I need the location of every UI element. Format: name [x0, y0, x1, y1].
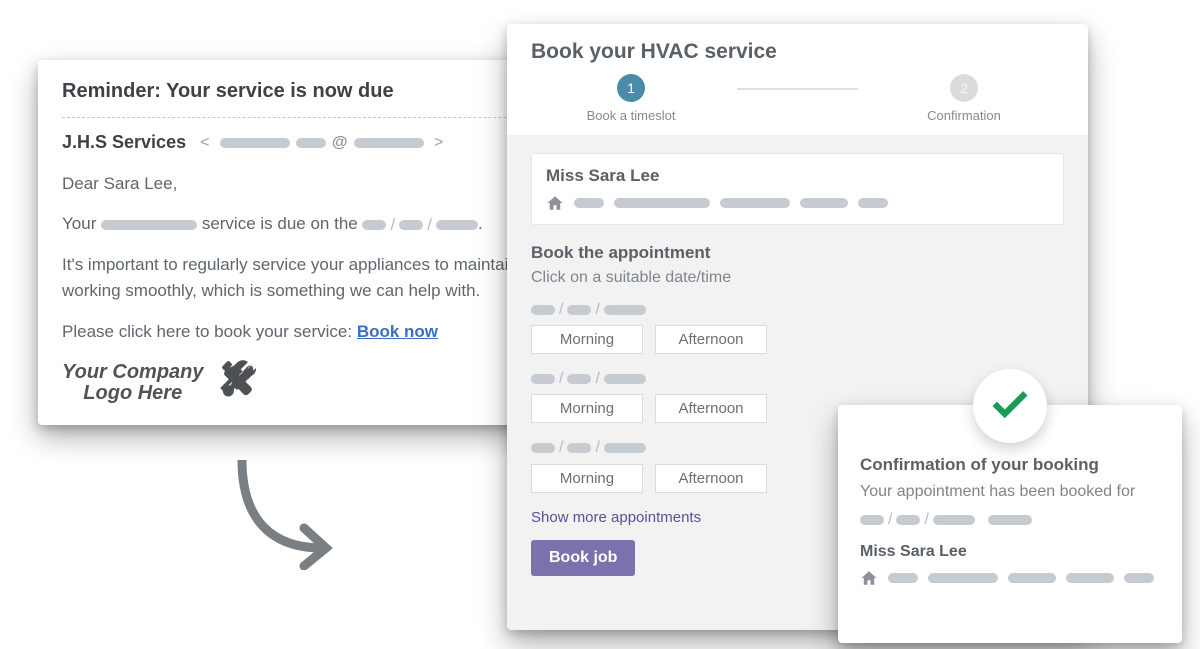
step-1-label: Book a timeslot [587, 108, 676, 123]
slot-date-1-masked: // [531, 301, 1064, 319]
customer-name: Miss Sara Lee [546, 166, 1049, 186]
email-from-address-masked: < @ > [200, 134, 443, 152]
book-now-link[interactable]: Book now [357, 322, 438, 341]
slot-3-afternoon[interactable]: Afternoon [655, 464, 767, 493]
home-icon [860, 569, 878, 587]
step-2: 2 Confirmation [864, 74, 1064, 123]
confirmation-text: Your appointment has been booked for [860, 483, 1160, 501]
confirmation-card: Confirmation of your booking Your appoin… [838, 405, 1182, 643]
slot-1-afternoon[interactable]: Afternoon [655, 325, 767, 354]
slot-2-afternoon[interactable]: Afternoon [655, 394, 767, 423]
customer-address-masked [546, 194, 1049, 212]
slot-1-morning[interactable]: Morning [531, 325, 643, 354]
appointment-subtext: Click on a suitable date/time [531, 269, 1064, 287]
confirmation-customer-name: Miss Sara Lee [860, 543, 1160, 561]
home-icon [546, 194, 564, 212]
customer-info-box: Miss Sara Lee [531, 153, 1064, 225]
slot-3-morning[interactable]: Morning [531, 464, 643, 493]
confirmation-address-masked [860, 569, 1160, 587]
booking-stepper: 1 Book a timeslot 2 Confirmation [531, 74, 1064, 123]
booking-title: Book your HVAC service [531, 40, 1064, 64]
book-job-button[interactable]: Book job [531, 540, 635, 576]
step-2-number: 2 [950, 74, 978, 102]
logo-placeholder-text: Your CompanyLogo Here [62, 362, 204, 404]
step-1-number: 1 [617, 74, 645, 102]
confirmation-datetime-masked: // [860, 511, 1160, 529]
appointment-heading: Book the appointment [531, 243, 1064, 263]
flow-arrow-icon [222, 460, 342, 570]
due-date-masked: // [362, 212, 477, 238]
check-icon [989, 385, 1031, 427]
step-1: 1 Book a timeslot [531, 74, 731, 123]
step-2-label: Confirmation [927, 108, 1001, 123]
wrench-screwdriver-icon [218, 359, 266, 407]
confirmation-badge [973, 369, 1047, 443]
confirmation-title: Confirmation of your booking [860, 455, 1160, 475]
email-from-name: J.H.S Services [62, 132, 186, 153]
slot-2-morning[interactable]: Morning [531, 394, 643, 423]
